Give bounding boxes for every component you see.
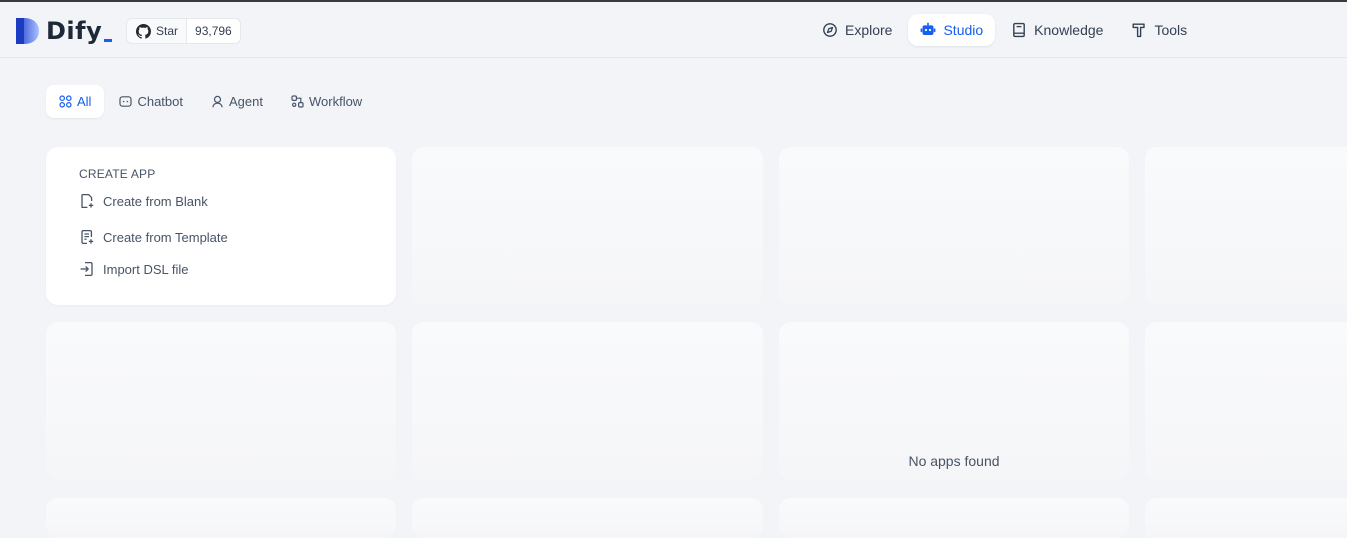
no-apps-message: No apps found (908, 453, 1000, 469)
app-card-placeholder (46, 498, 396, 538)
import-dsl-label: Import DSL file (103, 261, 189, 277)
compass-icon (823, 23, 837, 37)
create-app-title: CREATE APP (79, 167, 156, 181)
app-card-placeholder (46, 322, 396, 480)
logo-cursor (104, 39, 113, 42)
tab-agent-label: Agent (229, 94, 263, 109)
nav-tools-label: Tools (1154, 22, 1188, 38)
dify-logo[interactable]: Dify (14, 16, 113, 46)
nav-tools[interactable]: Tools (1119, 14, 1199, 46)
create-from-template-button[interactable]: Create from Template (79, 229, 228, 245)
app-card-placeholder (779, 498, 1129, 538)
grid-icon (59, 95, 72, 108)
tab-chatbot[interactable]: Chatbot (106, 85, 196, 118)
app-card-placeholder (779, 147, 1129, 305)
github-star-label: Star (156, 24, 179, 38)
template-icon (81, 229, 94, 245)
tab-chatbot-label: Chatbot (137, 94, 183, 109)
github-star-widget[interactable]: Star 93,796 (126, 18, 241, 44)
dify-logo-mark-icon (16, 18, 39, 44)
create-from-template-label: Create from Template (103, 229, 228, 245)
nav-studio-label: Studio (943, 22, 984, 38)
github-icon (136, 23, 151, 39)
tab-all-label: All (77, 94, 92, 109)
hammer-icon (1132, 23, 1146, 38)
app-card-placeholder (412, 498, 763, 538)
app-card-placeholder (412, 322, 763, 480)
nav-knowledge-label: Knowledge (1034, 22, 1104, 38)
nav-knowledge[interactable]: Knowledge (999, 14, 1115, 46)
tab-all[interactable]: All (46, 85, 105, 118)
chat-bubble-icon (119, 96, 133, 107)
nav-studio[interactable]: Studio (908, 14, 996, 46)
empty-state-card: No apps found (779, 322, 1129, 480)
import-dsl-button[interactable]: Import DSL file (79, 261, 189, 277)
book-icon (1013, 22, 1026, 38)
tab-agent[interactable]: Agent (198, 85, 276, 118)
app-card-placeholder (1145, 322, 1347, 480)
file-import-icon (80, 261, 93, 277)
nav-explore[interactable]: Explore (810, 14, 904, 46)
app-card-placeholder (1145, 498, 1347, 538)
tab-workflow-label: Workflow (308, 94, 363, 109)
github-star-count: 93,796 (195, 24, 232, 38)
tab-workflow[interactable]: Workflow (278, 85, 375, 118)
robot-icon (921, 22, 936, 35)
main-nav: Explore Studio Knowledge Tools (810, 14, 1199, 46)
top-header: Dify Star 93,796 Explore Studio Knowledg… (0, 2, 1347, 58)
app-type-tabs: All Chatbot Agent Workflow (46, 85, 375, 118)
app-card-placeholder (1145, 147, 1347, 305)
create-from-blank-button[interactable]: Create from Blank (79, 193, 208, 209)
nav-explore-label: Explore (845, 22, 893, 38)
file-plus-icon (81, 193, 94, 209)
create-app-card: CREATE APP Create from Blank Create from… (46, 147, 396, 305)
workflow-icon (291, 95, 304, 108)
github-star-button[interactable]: Star (127, 19, 188, 43)
app-card-placeholder (412, 147, 763, 305)
create-from-blank-label: Create from Blank (103, 193, 208, 209)
app-name: Dify (46, 17, 103, 45)
agent-icon (212, 95, 223, 108)
